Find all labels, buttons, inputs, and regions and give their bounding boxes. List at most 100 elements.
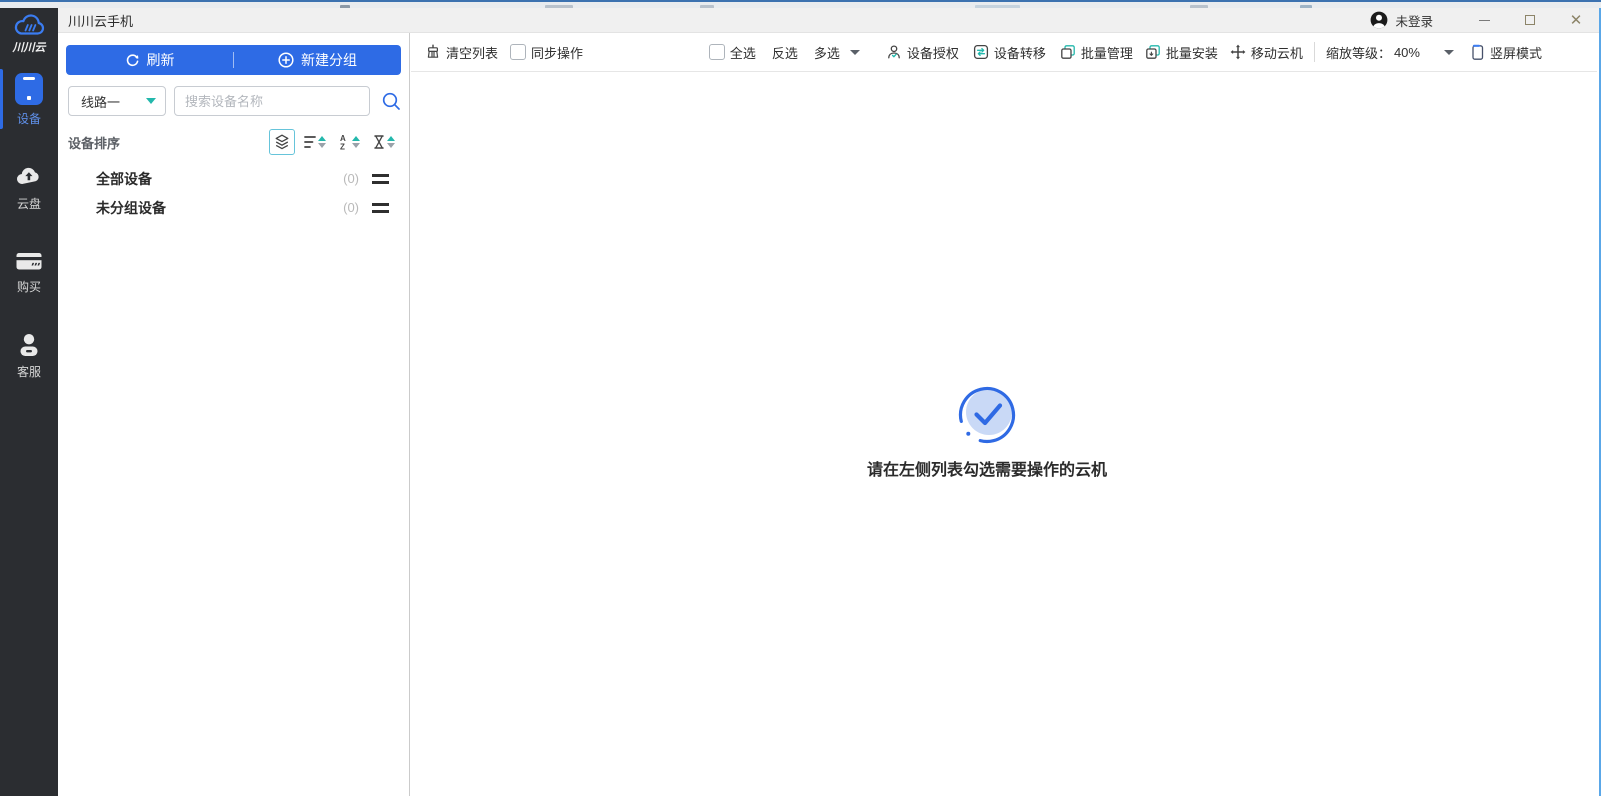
portrait-icon	[1470, 44, 1485, 61]
batch-install-icon	[1145, 44, 1161, 60]
sync-operation-checkbox[interactable]	[510, 44, 526, 60]
cloud-disk-icon	[14, 164, 44, 190]
zoom-level-label: 缩放等级：	[1326, 43, 1391, 62]
sidebar-item-devices[interactable]: 设备	[0, 67, 58, 131]
zoom-level-control[interactable]: 缩放等级： 40%	[1326, 43, 1420, 62]
chevron-down-icon	[146, 98, 156, 104]
sidebar-item-label: 设备	[17, 110, 41, 127]
select-all-toggle[interactable]: 全选	[709, 43, 756, 62]
device-auth-button[interactable]: 设备授权	[886, 43, 959, 62]
panel-action-bar: 刷新 新建分组	[66, 45, 401, 75]
sidebar-item-label: 云盘	[17, 195, 41, 212]
move-icon	[1230, 44, 1246, 60]
device-panel: 刷新 新建分组 线路一	[58, 33, 410, 796]
new-group-label: 新建分组	[301, 50, 357, 70]
group-name: 全部设备	[96, 169, 152, 189]
minimize-icon	[1479, 20, 1490, 21]
time-sort-icon	[373, 134, 385, 150]
multi-select-label: 多选	[814, 43, 840, 62]
new-group-button[interactable]: 新建分组	[234, 45, 401, 75]
background-window-strip	[0, 0, 1601, 8]
device-icon	[15, 73, 43, 105]
refresh-icon	[125, 53, 140, 68]
portrait-mode-label: 竖屏模式	[1490, 43, 1542, 62]
select-all-checkbox[interactable]	[709, 44, 725, 60]
logo-text: 川川云	[13, 39, 46, 55]
refresh-label: 刷新	[147, 50, 175, 70]
window-controls: ✕	[1461, 8, 1599, 33]
login-status[interactable]: 未登录	[1395, 11, 1433, 30]
maximize-button[interactable]	[1507, 8, 1553, 33]
refresh-button[interactable]: 刷新	[66, 45, 233, 75]
sidebar-item-label: 客服	[17, 363, 41, 380]
sync-operation-label: 同步操作	[531, 43, 583, 62]
menu-icon[interactable]	[372, 203, 389, 213]
chevron-down-icon[interactable]	[1444, 50, 1454, 55]
move-cloud-button[interactable]: 移动云机	[1230, 43, 1303, 62]
minimize-button[interactable]	[1461, 8, 1507, 33]
move-cloud-label: 移动云机	[1251, 43, 1303, 62]
portrait-mode-toggle[interactable]: 竖屏模式	[1470, 43, 1542, 62]
window-title: 川川云手机	[68, 11, 133, 30]
support-icon	[15, 332, 43, 358]
toolbar-separator	[1314, 42, 1315, 62]
menu-icon[interactable]	[372, 174, 389, 184]
main-area: 清空列表 同步操作 全选 反选 多选	[411, 33, 1597, 796]
sort-by-layer-button[interactable]	[269, 129, 295, 155]
batch-install-button[interactable]: 批量安装	[1145, 43, 1218, 62]
sidebar-item-cloud-disk[interactable]: 云盘	[0, 158, 58, 216]
group-row-all-devices[interactable]: 全部设备 (0)	[58, 164, 409, 193]
batch-manage-button[interactable]: 批量管理	[1060, 43, 1133, 62]
invert-select-button[interactable]: 反选	[772, 43, 798, 62]
zoom-level-value: 40%	[1394, 45, 1420, 60]
line-select-value: 线路一	[81, 92, 120, 111]
group-count: (0)	[343, 200, 359, 215]
close-button[interactable]: ✕	[1553, 8, 1599, 33]
close-icon: ✕	[1570, 11, 1583, 29]
layer-sort-icon	[273, 133, 291, 151]
search-input[interactable]	[174, 86, 370, 116]
select-all-label: 全选	[730, 43, 756, 62]
transfer-icon	[973, 44, 989, 60]
sidebar-item-label: 购买	[17, 278, 41, 295]
sidebar-nav: 设备 云盘 购买	[0, 67, 58, 411]
device-auth-label: 设备授权	[907, 43, 959, 62]
titlebar-right: 未登录 ✕	[1370, 8, 1599, 33]
sync-operation-toggle[interactable]: 同步操作	[510, 43, 583, 62]
sort-by-time-button[interactable]	[369, 130, 399, 154]
clear-list-label: 清空列表	[446, 43, 498, 62]
purchase-icon	[14, 249, 44, 273]
sort-label: 设备排序	[68, 133, 120, 152]
screen: 川川云 设备 云盘	[0, 0, 1601, 796]
check-circle-icon	[956, 384, 1018, 446]
empty-state: 请在左侧列表勾选需要操作的云机	[777, 384, 1197, 480]
group-count: (0)	[343, 171, 359, 186]
multi-select-button[interactable]: 多选	[814, 43, 840, 62]
group-row-ungrouped-devices[interactable]: 未分组设备 (0)	[58, 193, 409, 222]
device-canvas: 请在左侧列表勾选需要操作的云机	[411, 73, 1597, 796]
az-sort-icon: A Z	[339, 134, 350, 150]
toolbar: 清空列表 同步操作 全选 反选 多选	[411, 33, 1597, 72]
device-transfer-button[interactable]: 设备转移	[973, 43, 1046, 62]
sort-by-list-button[interactable]	[300, 130, 330, 154]
chevron-down-icon[interactable]	[850, 50, 860, 55]
device-group-list: 全部设备 (0) 未分组设备 (0)	[58, 164, 409, 222]
sidebar-item-purchase[interactable]: 购买	[0, 243, 58, 299]
sidebar-item-support[interactable]: 客服	[0, 326, 58, 384]
sort-arrows	[318, 136, 326, 148]
clear-list-button[interactable]: 清空列表	[425, 43, 498, 62]
invert-select-label: 反选	[772, 43, 798, 62]
line-select[interactable]: 线路一	[68, 86, 166, 116]
sort-by-name-button[interactable]: A Z	[335, 130, 364, 154]
sort-icons: A Z	[269, 129, 399, 155]
list-sort-icon	[304, 134, 316, 150]
svg-text:Z: Z	[340, 143, 345, 151]
search-icon[interactable]	[381, 91, 401, 111]
sort-arrows	[352, 136, 360, 148]
app-window: 川川云 设备 云盘	[0, 8, 1601, 796]
avatar-icon[interactable]	[1370, 11, 1388, 29]
plus-circle-icon	[278, 52, 294, 68]
batch-manage-icon	[1060, 44, 1076, 60]
sort-row: 设备排序	[68, 129, 399, 155]
group-name: 未分组设备	[96, 198, 166, 218]
